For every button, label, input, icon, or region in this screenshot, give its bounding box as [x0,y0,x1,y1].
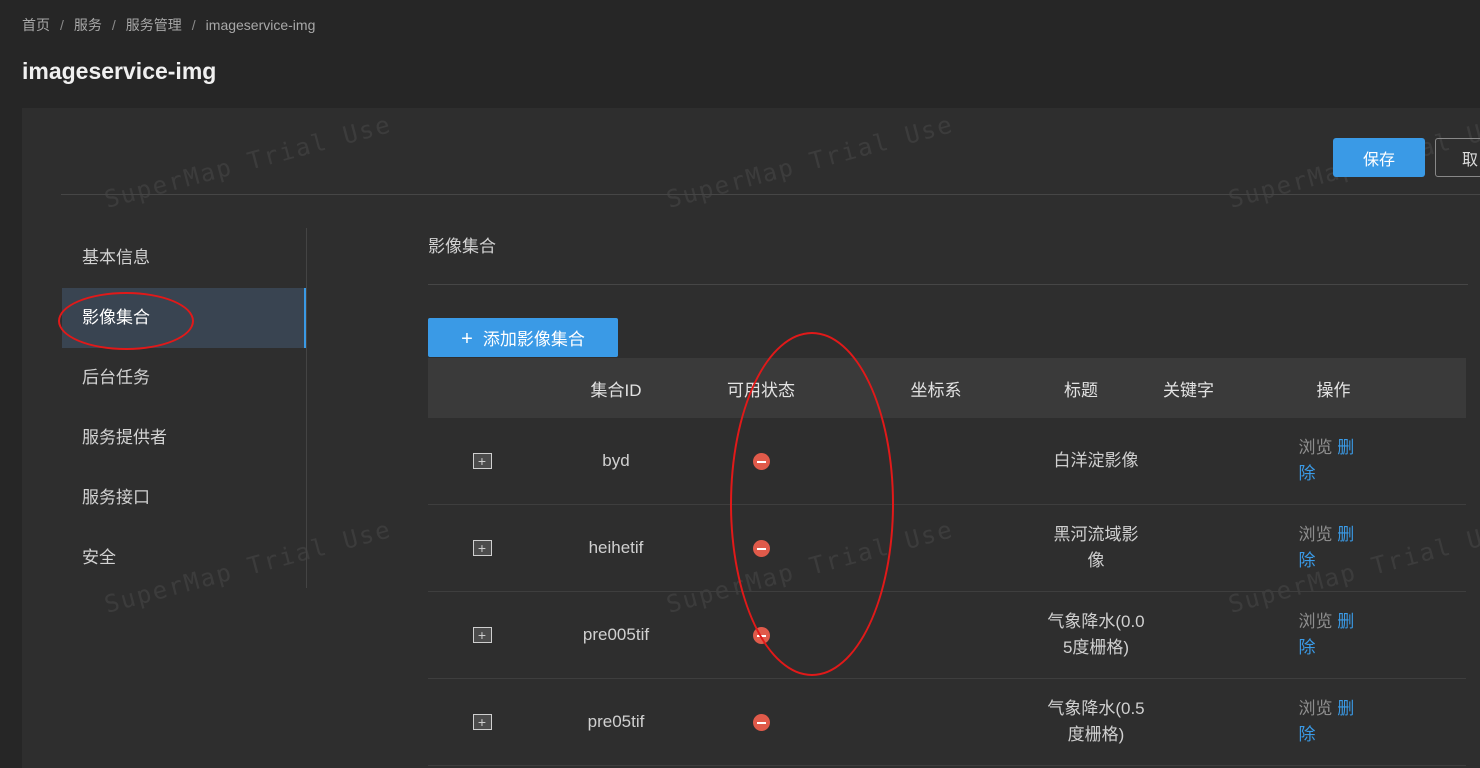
watermark: SuperMap Trial Use [101,110,395,214]
expand-row-button[interactable]: + [472,627,492,643]
table-header: 集合ID 可用状态 坐标系 标题 关键字 操作 [428,358,1466,418]
table-row: + pre005tif 气象降水(0.05度栅格) 浏览 删除 [428,592,1466,679]
browse-link[interactable]: 浏览 [1299,612,1333,631]
breadcrumb-current: imageservice-img [205,17,316,33]
collection-id: pre05tif [587,712,645,731]
collection-title: 黑河流域影像 [1053,525,1139,570]
save-button[interactable]: 保存 [1333,138,1425,177]
expand-row-button[interactable]: + [472,540,492,556]
annotation-ellipse [730,332,894,676]
breadcrumb: 首页 / 服务 / 服务管理 / imageservice-img [22,17,316,33]
table-row: + pre05tif 气象降水(0.5度栅格) 浏览 删除 [428,679,1466,766]
image-collection-table: 集合ID 可用状态 坐标系 标题 关键字 操作 + byd 白洋淀影像 浏览 删… [428,358,1466,766]
expand-row-button[interactable]: + [472,714,492,730]
divider [61,194,1480,195]
table-row: + heihetif 黑河流域影像 浏览 删除 [428,505,1466,592]
browse-link[interactable]: 浏览 [1299,699,1333,718]
sidebar-item-background-tasks[interactable]: 后台任务 [62,348,306,408]
collection-id: byd [602,451,630,470]
collection-title: 白洋淀影像 [1053,451,1139,470]
table-row: + byd 白洋淀影像 浏览 删除 [428,418,1466,505]
breadcrumb-service-management[interactable]: 服务管理 [126,17,182,33]
browse-link[interactable]: 浏览 [1299,438,1333,457]
sidebar-item-service-providers[interactable]: 服务提供者 [62,408,306,468]
breadcrumb-services[interactable]: 服务 [74,17,102,33]
collection-title: 气象降水(0.05度栅格) [1047,612,1145,657]
add-image-collection-button[interactable]: + 添加影像集合 [428,318,618,357]
unavailable-status-icon [752,714,770,732]
annotation-circle [58,292,194,350]
cancel-button[interactable]: 取 [1435,138,1480,177]
page-title: imageservice-img [22,58,217,84]
sidebar-item-security[interactable]: 安全 [62,528,306,588]
column-header-title: 标题 [1064,380,1098,400]
column-header-keywords: 关键字 [1163,380,1214,400]
main-panel: SuperMap Trial Use SuperMap Trial Use Su… [22,108,1480,768]
sidebar-nav: 基本信息 影像集合 后台任务 服务提供者 服务接口 安全 [62,228,307,588]
collection-title: 气象降水(0.5度栅格) [1047,699,1145,744]
watermark: SuperMap Trial Use [663,110,957,214]
breadcrumb-home[interactable]: 首页 [22,17,50,33]
column-header-actions: 操作 [1316,380,1351,400]
divider [428,284,1468,285]
plus-icon: + [461,327,473,350]
sidebar-item-service-interfaces[interactable]: 服务接口 [62,468,306,528]
section-title: 影像集合 [428,237,496,256]
collection-id: heihetif [588,538,644,557]
add-button-label: 添加影像集合 [482,329,585,349]
sidebar-item-basic-info[interactable]: 基本信息 [62,228,306,288]
browse-link[interactable]: 浏览 [1299,525,1333,544]
expand-row-button[interactable]: + [472,453,492,469]
column-header-id: 集合ID [590,380,642,400]
collection-id: pre005tif [582,625,650,644]
